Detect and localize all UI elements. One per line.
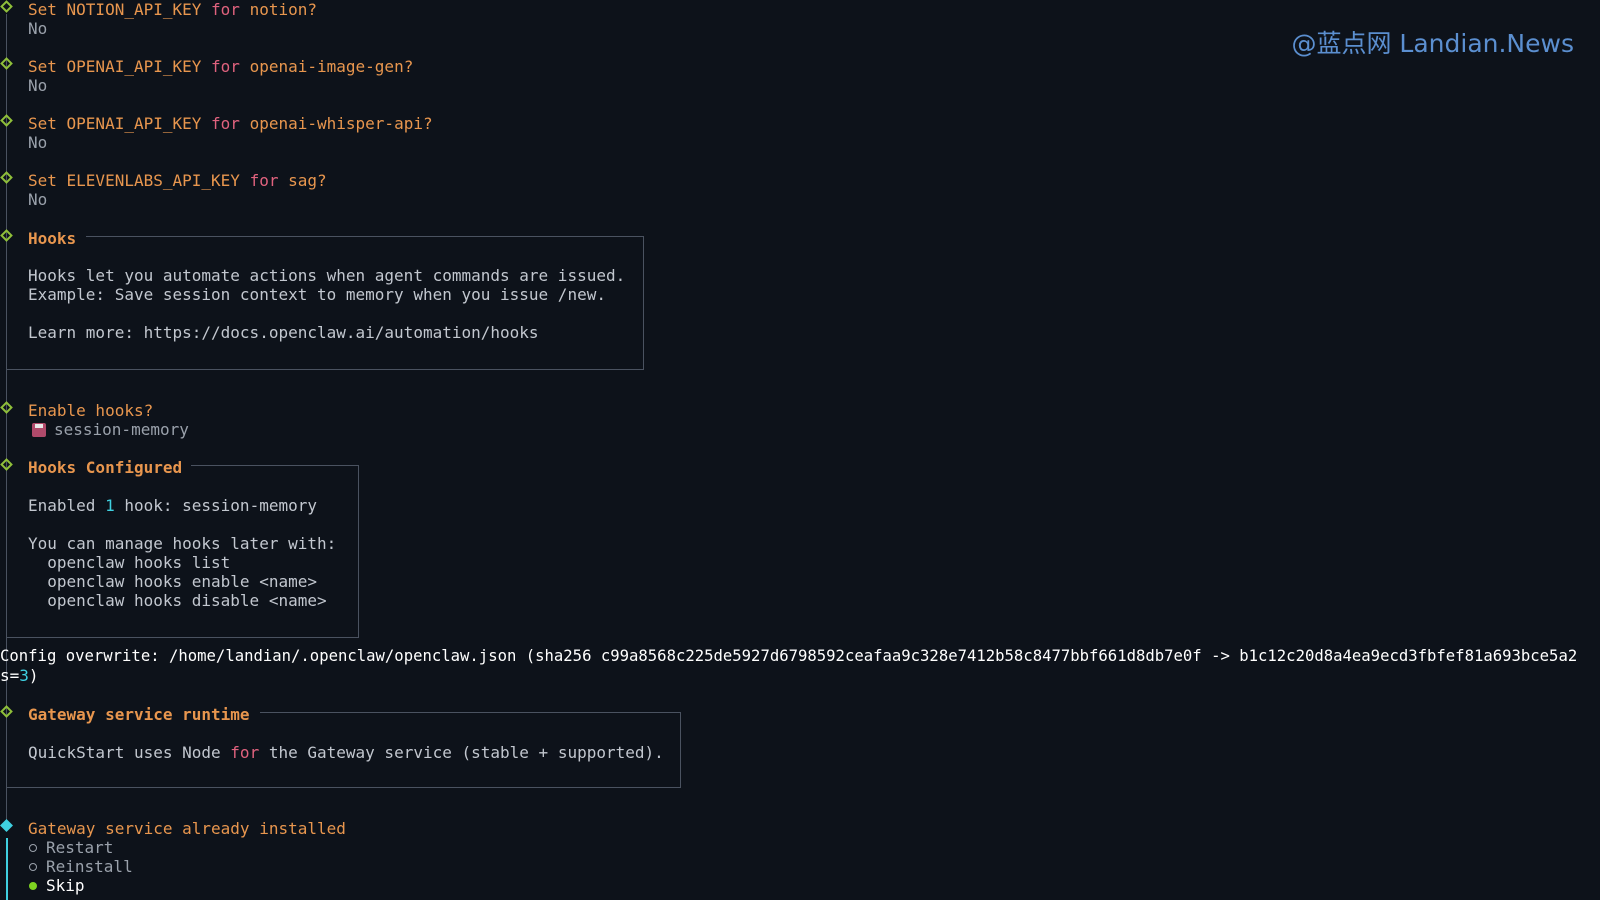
enable-hooks-question: Enable hooks? <box>28 401 154 420</box>
hooks-box-line2: Example: Save session context to memory … <box>28 285 606 304</box>
enable-hooks-answer: session-memory <box>32 420 189 439</box>
step-done-icon <box>0 57 13 70</box>
hooks-configured-enabled: Enabled 1 hook: session-memory <box>28 496 317 515</box>
watermark-text: @蓝点网 Landian.News <box>1291 29 1574 58</box>
hooks-box-learn-more: Learn more: https://docs.openclaw.ai/aut… <box>28 323 539 342</box>
hooks-configured-manage: You can manage hooks later with: <box>28 534 337 553</box>
prompt-elevenlabs-answer: No <box>28 190 48 209</box>
prompt-notion-answer: No <box>28 19 48 38</box>
step-done-icon <box>0 0 13 13</box>
floppy-disk-icon <box>32 423 46 437</box>
radio-unselected-icon <box>29 844 37 852</box>
prompt-elevenlabs: Set ELEVENLABS_API_KEY for sag? <box>28 171 327 190</box>
prompt-openai-image-gen: Set OPENAI_API_KEY for openai-image-gen? <box>28 57 414 76</box>
config-overwrite-line1: Config overwrite: /home/landian/.opencla… <box>0 647 1578 665</box>
radio-unselected-icon <box>29 863 37 871</box>
step-done-icon <box>0 401 13 414</box>
option-skip[interactable]: Skip <box>29 876 85 895</box>
option-restart[interactable]: Restart <box>29 838 113 857</box>
hooks-cmd-list: openclaw hooks list <box>28 553 231 572</box>
radio-selected-icon <box>29 882 37 890</box>
prompt-openai-whisper-api: Set OPENAI_API_KEY for openai-whisper-ap… <box>28 114 433 133</box>
hooks-box-line1: Hooks let you automate actions when agen… <box>28 266 626 285</box>
gutter-line <box>6 14 7 820</box>
step-done-icon <box>0 114 13 127</box>
hooks-cmd-enable: openclaw hooks enable <name> <box>28 572 317 591</box>
gateway-installed-question: Gateway service already installed <box>28 819 346 838</box>
step-done-icon <box>0 171 13 184</box>
step-active-icon <box>0 819 13 832</box>
prompt-notion: Set NOTION_API_KEY for notion? <box>28 0 317 19</box>
gutter-line-active <box>6 838 8 900</box>
hooks-cmd-disable: openclaw hooks disable <name> <box>28 591 327 610</box>
option-reinstall[interactable]: Reinstall <box>29 857 133 876</box>
prompt-openai-whisper-api-answer: No <box>28 133 48 152</box>
gateway-runtime-text: QuickStart uses Node for the Gateway ser… <box>28 743 664 762</box>
prompt-openai-image-gen-answer: No <box>28 76 48 95</box>
config-overwrite-line2: s=3) <box>0 666 39 685</box>
